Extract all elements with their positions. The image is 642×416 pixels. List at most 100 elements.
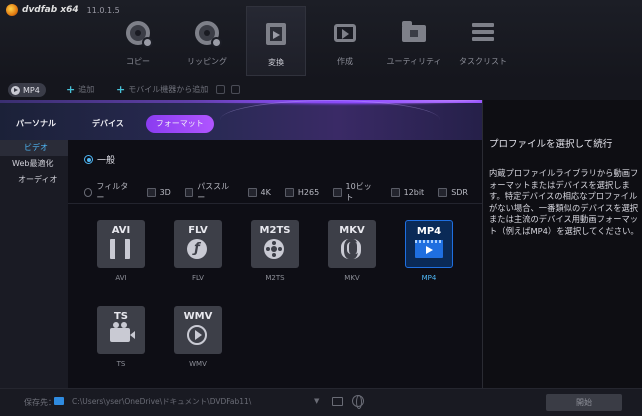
checkbox-icon xyxy=(438,187,448,197)
category-sidebar: ビデオ Web最適化 オーディオ xyxy=(0,140,68,388)
profile-banner: パーソナル デバイス フォーマット xyxy=(0,100,482,140)
format-caption: AVI xyxy=(115,274,127,282)
tab-format[interactable]: フォーマット xyxy=(145,115,214,133)
globe-icon[interactable] xyxy=(352,395,364,409)
format-title: WMV xyxy=(183,311,213,322)
format-tile-ts[interactable]: TS TS xyxy=(97,306,145,368)
format-tile-mkv[interactable]: MKV MKV xyxy=(328,220,376,282)
format-title: AVI xyxy=(111,225,131,236)
nav-utility-label: ユーティリティ xyxy=(386,57,442,66)
format-tile-m2ts[interactable]: M2TS M2TS xyxy=(251,220,299,282)
sidebar-item-audio[interactable]: オーディオ xyxy=(0,172,68,188)
format-tile-wmv[interactable]: WMV WMV xyxy=(174,306,222,368)
format-tile-box: AVI xyxy=(97,220,145,268)
creator-icon xyxy=(332,20,358,46)
main-nav: コピー リッピング 変換 作成 ユーティリティ タスクリスト xyxy=(108,6,522,76)
tab-device[interactable]: デバイス xyxy=(84,115,132,133)
format-tile-box: MP4 xyxy=(405,220,453,268)
merge-icon[interactable] xyxy=(216,85,225,94)
toolbar: MP4 + 追加 + モバイル機器から追加 xyxy=(0,80,642,100)
info-panel-title: プロファイルを選択して続行 xyxy=(489,139,613,150)
add-label: 追加 xyxy=(78,85,95,94)
format-tile-box: WMV xyxy=(174,306,222,354)
nav-task-list-label: タスクリスト xyxy=(459,57,507,66)
format-tile-avi[interactable]: AVI AVI xyxy=(97,220,145,282)
format-title: M2TS xyxy=(259,225,291,236)
filter-12bit-label: 12bit xyxy=(403,187,425,197)
format-tile-box: M2TS xyxy=(251,220,299,268)
format-tile-mp4[interactable]: MP4 MP4 xyxy=(405,220,453,282)
format-tile-flv[interactable]: FLV ƒ FLV xyxy=(174,220,222,282)
nav-copy[interactable]: コピー xyxy=(108,6,168,76)
format-tile-box: MKV xyxy=(328,220,376,268)
general-label: 一般 xyxy=(97,156,116,166)
general-radio[interactable]: 一般 xyxy=(84,153,115,166)
start-button[interactable]: 開始 xyxy=(546,394,622,411)
format-caption: TS xyxy=(116,360,126,368)
banner-wave xyxy=(220,100,440,140)
checkbox-icon xyxy=(390,187,400,197)
radio-selected-icon xyxy=(84,155,93,164)
sidebar-item-video[interactable]: ビデオ xyxy=(0,140,68,156)
profile-tabs: パーソナル デバイス フォーマット xyxy=(0,115,214,133)
film-icon xyxy=(110,239,132,259)
add-from-mobile-button[interactable]: + モバイル機器から追加 xyxy=(116,84,208,95)
nav-task-list[interactable]: タスクリスト xyxy=(453,6,513,76)
filter-12bit-checkbox[interactable]: 12bit xyxy=(390,187,425,197)
current-format-badge[interactable]: MP4 xyxy=(8,83,46,97)
checkbox-icon xyxy=(284,187,294,197)
filter-10bit-checkbox[interactable]: 10ビット xyxy=(333,181,376,203)
save-to-label: 保存先： xyxy=(24,398,56,407)
filter-passthrough-checkbox[interactable]: パススルー xyxy=(184,181,234,203)
format-caption: WMV xyxy=(189,360,207,368)
divider xyxy=(68,203,482,204)
filter-passthrough-label: パススルー xyxy=(197,182,230,202)
filter-4k-checkbox[interactable]: 4K xyxy=(247,187,271,197)
nav-converter-label: 変換 xyxy=(268,58,284,67)
filter-radio[interactable]: フィルター xyxy=(84,181,133,203)
nav-ripper[interactable]: リッピング xyxy=(177,6,237,76)
current-format-label: MP4 xyxy=(23,85,40,95)
format-tile-box: FLV ƒ xyxy=(174,220,222,268)
format-title: MKV xyxy=(339,225,365,236)
format-caption: M2TS xyxy=(265,274,285,282)
flash-icon: ƒ xyxy=(187,239,209,259)
video-play-icon xyxy=(415,240,443,260)
play-circle-icon xyxy=(187,325,209,345)
filter-h265-label: H265 xyxy=(297,187,320,197)
format-caption: FLV xyxy=(192,274,204,282)
plus-icon: + xyxy=(116,82,126,96)
filter-sdr-checkbox[interactable]: SDR xyxy=(438,187,468,197)
filter-h265-checkbox[interactable]: H265 xyxy=(284,187,320,197)
format-title: MP4 xyxy=(416,226,442,237)
nav-creator-label: 作成 xyxy=(337,57,353,66)
radio-unselected-icon xyxy=(84,187,93,197)
add-from-mobile-label: モバイル機器から追加 xyxy=(128,85,209,94)
format-caption: MKV xyxy=(344,274,360,282)
sidebar-item-web[interactable]: Web最適化 xyxy=(0,156,68,172)
nav-converter[interactable]: 変換 xyxy=(246,6,306,76)
ripper-disc-icon xyxy=(194,20,222,48)
filter-3d-checkbox[interactable]: 3D xyxy=(146,187,171,197)
output-path-field[interactable]: C:\Users\yser\OneDrive\ドキュメント\DVDFab11\ xyxy=(72,394,322,410)
top-bar: dvdfab x64 11.0.1.5 コピー リッピング 変換 作成 ユーティ… xyxy=(0,0,642,80)
add-button[interactable]: + 追加 xyxy=(66,84,94,95)
plus-icon: + xyxy=(66,82,76,96)
camera-icon xyxy=(110,322,135,345)
info-panel: プロファイルを選択して続行 内蔵プロファイルライブラリから動画フォーマットまたは… xyxy=(482,100,642,388)
dvdfab-logo-icon xyxy=(6,4,18,16)
app-name: dvdfab x64 xyxy=(22,5,79,15)
reel-icon xyxy=(264,239,286,259)
app-logo: dvdfab x64 11.0.1.5 xyxy=(6,4,120,16)
utility-folder-icon xyxy=(401,20,427,46)
chevron-down-icon[interactable]: ▼ xyxy=(314,397,319,405)
filter-10bit-label: 10ビット xyxy=(345,182,372,202)
nav-utility[interactable]: ユーティリティ xyxy=(384,6,444,76)
info-panel-description: 内蔵プロファイルライブラリから動画フォーマットまたはデバイスを選択します。特定デ… xyxy=(489,168,639,236)
browse-folder-icon[interactable] xyxy=(332,397,343,406)
nav-creator[interactable]: 作成 xyxy=(315,6,375,76)
filter-row: フィルター 3D パススルー 4K H265 10ビット 12bit SDR xyxy=(84,181,482,203)
settings-icon[interactable] xyxy=(231,85,240,94)
task-list-icon xyxy=(470,20,496,46)
tab-personal[interactable]: パーソナル xyxy=(8,115,64,133)
